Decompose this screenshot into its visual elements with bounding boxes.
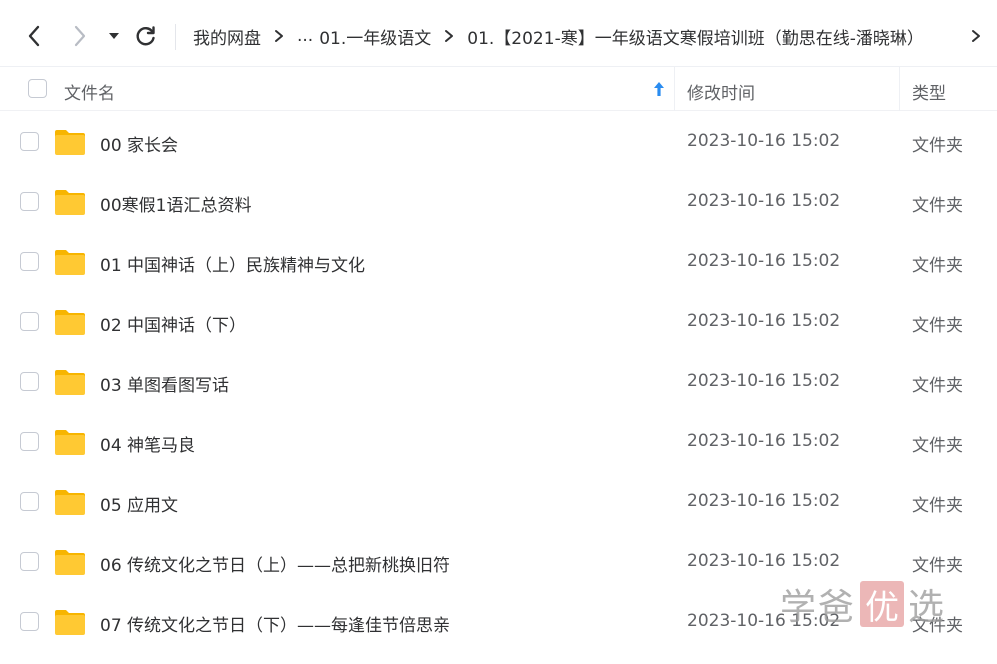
folder-icon [55, 430, 85, 455]
row-checkbox[interactable] [20, 612, 39, 631]
file-name[interactable]: 01 中国神话（上）民族精神与文化 [100, 251, 365, 276]
file-modified-time: 2023-10-16 15:02 [687, 251, 841, 271]
file-name[interactable]: 06 传统文化之节日（上）——总把新桃换旧符 [100, 551, 450, 576]
file-row[interactable]: 01 中国神话（上）民族精神与文化 2023-10-16 15:02 文件夹 [0, 232, 997, 292]
file-modified-time: 2023-10-16 15:02 [687, 131, 841, 151]
file-type: 文件夹 [912, 196, 963, 216]
folder-icon [55, 490, 85, 515]
file-row[interactable]: 00寒假1语汇总资料 2023-10-16 15:02 文件夹 [0, 172, 997, 232]
row-checkbox[interactable] [20, 312, 39, 331]
file-modified-time: 2023-10-16 15:02 [687, 491, 841, 511]
row-checkbox[interactable] [20, 192, 39, 211]
forward-button[interactable] [68, 22, 92, 50]
file-row[interactable]: 04 神笔马良 2023-10-16 15:02 文件夹 [0, 412, 997, 472]
file-name[interactable]: 07 传统文化之节日（下）——每逢佳节倍思亲 [100, 611, 450, 636]
column-header-name[interactable]: 文件名 [64, 79, 115, 104]
top-navigation-bar: 我的网盘 ... 01.一年级语文 01.【2021-寒】一年级语文寒假培训班（… [0, 0, 997, 67]
file-row[interactable]: 00 家长会 2023-10-16 15:02 文件夹 [0, 112, 997, 172]
chevron-left-icon [28, 25, 40, 47]
column-divider [674, 67, 675, 111]
breadcrumb-separator-icon [271, 29, 287, 43]
breadcrumb-separator-icon [441, 29, 457, 43]
file-name[interactable]: 04 神笔马良 [100, 431, 195, 456]
watermark-text: 学爸 [780, 587, 857, 628]
breadcrumb-ellipsis[interactable]: ... [297, 26, 313, 46]
folder-icon [55, 130, 85, 155]
file-name[interactable]: 00寒假1语汇总资料 [100, 191, 251, 216]
row-checkbox[interactable] [20, 132, 39, 151]
breadcrumb-more-icon[interactable] [966, 22, 986, 50]
chevron-right-icon [74, 25, 86, 47]
toolbar-divider [175, 24, 176, 50]
select-all-checkbox[interactable] [28, 79, 47, 98]
sort-ascending-arrow-icon[interactable] [652, 80, 666, 98]
file-list-header: 文件名 修改时间 类型 [0, 67, 997, 111]
file-type: 文件夹 [912, 376, 963, 396]
refresh-button[interactable] [134, 22, 158, 50]
folder-icon [55, 310, 85, 335]
breadcrumb: 我的网盘 ... 01.一年级语文 01.【2021-寒】一年级语文寒假培训班（… [193, 22, 924, 50]
folder-icon [55, 250, 85, 275]
file-type: 文件夹 [912, 316, 963, 336]
row-checkbox[interactable] [20, 552, 39, 571]
file-type: 文件夹 [912, 436, 963, 456]
breadcrumb-root[interactable]: 我的网盘 [193, 24, 261, 49]
file-type: 文件夹 [912, 136, 963, 156]
file-modified-time: 2023-10-16 15:02 [687, 311, 841, 331]
file-modified-time: 2023-10-16 15:02 [687, 431, 841, 451]
file-name[interactable]: 00 家长会 [100, 131, 178, 156]
file-type: 文件夹 [912, 256, 963, 276]
folder-icon [55, 370, 85, 395]
column-header-type[interactable]: 类型 [912, 79, 946, 104]
breadcrumb-item-grade1-chinese[interactable]: 01.一年级语文 [319, 24, 431, 49]
file-modified-time: 2023-10-16 15:02 [687, 371, 841, 391]
row-checkbox[interactable] [20, 432, 39, 451]
file-name[interactable]: 03 单图看图写话 [100, 371, 229, 396]
column-header-modified-time[interactable]: 修改时间 [687, 79, 755, 104]
folder-icon [55, 190, 85, 215]
file-name[interactable]: 05 应用文 [100, 491, 178, 516]
breadcrumb-item-current-folder[interactable]: 01.【2021-寒】一年级语文寒假培训班（勤思在线-潘晓琳） [467, 24, 924, 49]
history-dropdown-button[interactable] [104, 22, 124, 50]
watermark: 学爸 优 选 [780, 578, 946, 630]
file-row[interactable]: 03 单图看图写话 2023-10-16 15:02 文件夹 [0, 352, 997, 412]
file-name[interactable]: 02 中国神话（下） [100, 311, 246, 336]
row-checkbox[interactable] [20, 372, 39, 391]
refresh-icon [136, 26, 155, 46]
file-type: 文件夹 [912, 556, 963, 576]
row-checkbox[interactable] [20, 492, 39, 511]
folder-icon [55, 610, 85, 635]
watermark-highlight: 优 [860, 581, 905, 628]
column-divider [899, 67, 900, 111]
row-checkbox[interactable] [20, 252, 39, 271]
caret-down-icon [109, 33, 119, 39]
file-modified-time: 2023-10-16 15:02 [687, 551, 841, 571]
back-button[interactable] [22, 22, 46, 50]
file-row[interactable]: 05 应用文 2023-10-16 15:02 文件夹 [0, 472, 997, 532]
file-modified-time: 2023-10-16 15:02 [687, 191, 841, 211]
watermark-text: 选 [908, 587, 947, 628]
file-row[interactable]: 02 中国神话（下） 2023-10-16 15:02 文件夹 [0, 292, 997, 352]
file-type: 文件夹 [912, 496, 963, 516]
folder-icon [55, 550, 85, 575]
